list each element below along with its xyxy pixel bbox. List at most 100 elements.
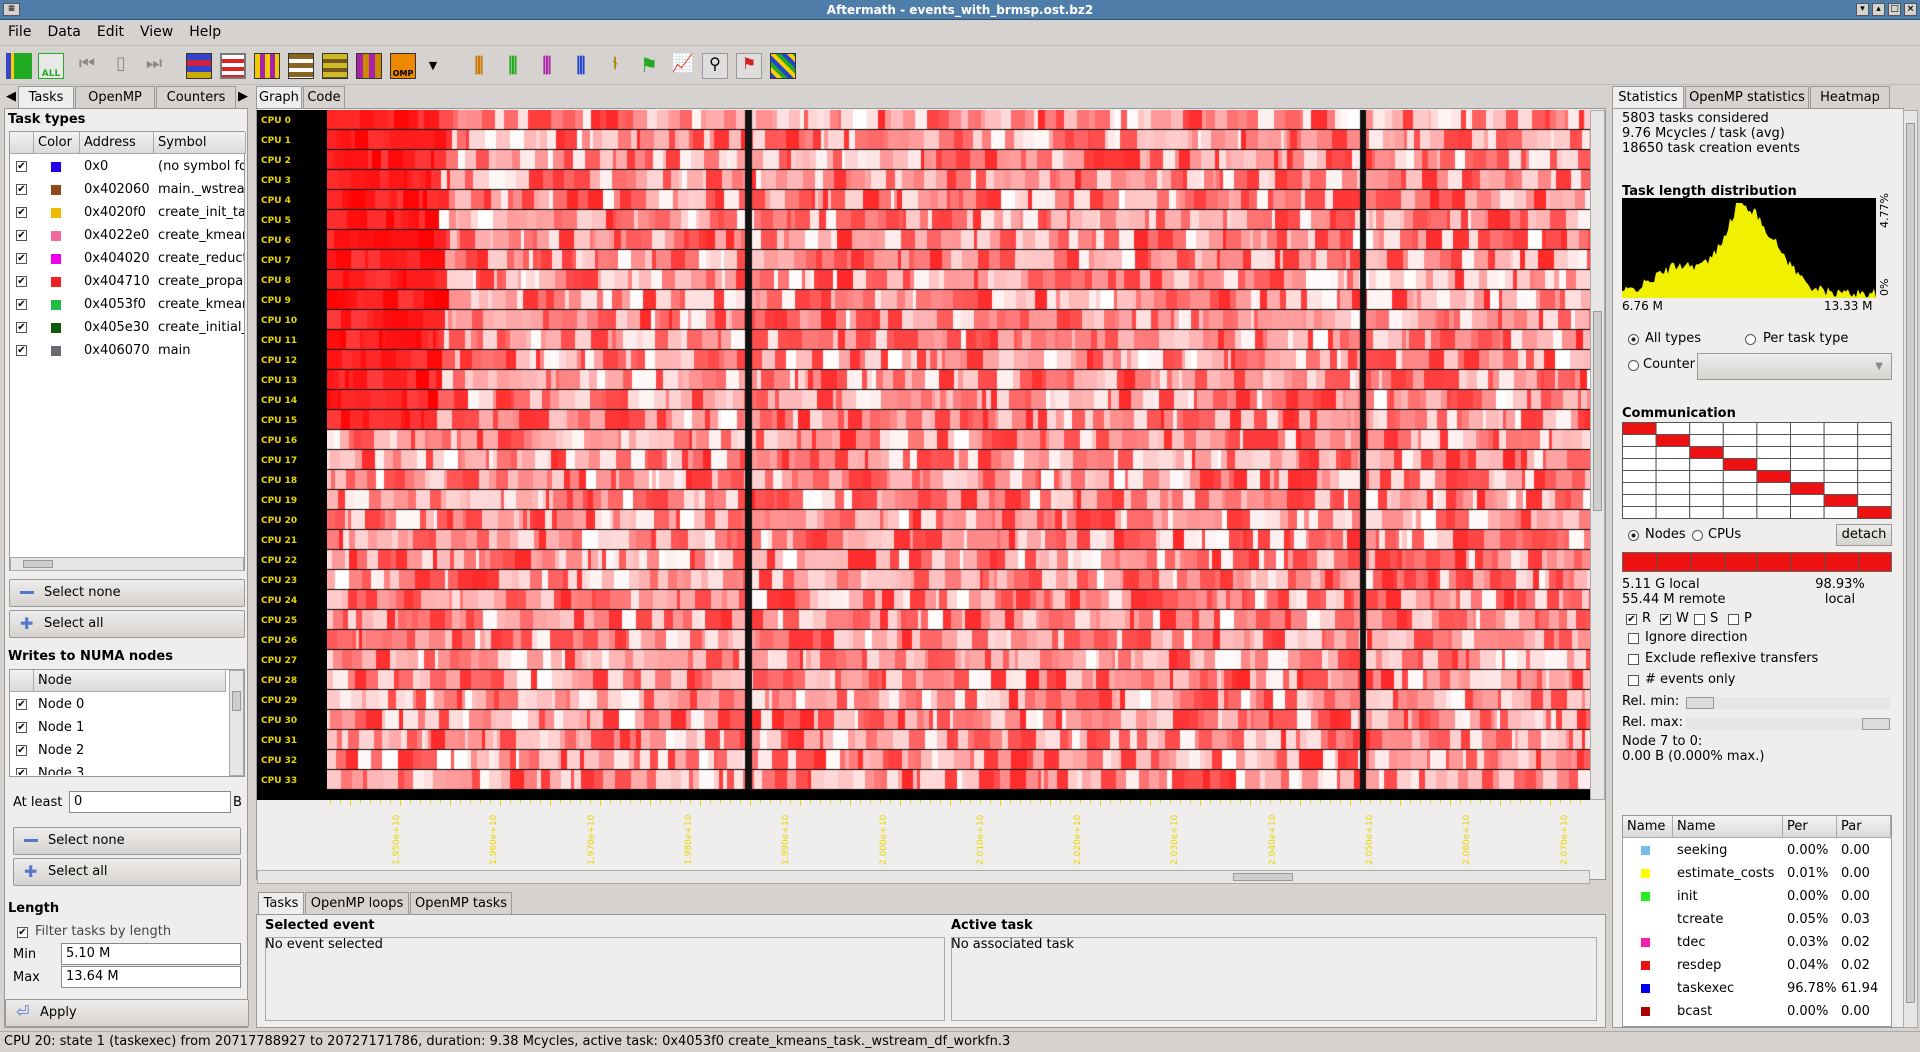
cpu-label[interactable]: CPU 10 — [257, 311, 327, 331]
cpu-label[interactable]: CPU 20 — [257, 511, 327, 531]
task-type-row[interactable]: ✔ 0x4053f0 create_kmear — [10, 293, 244, 316]
comm-matrix-cell[interactable] — [1756, 470, 1791, 483]
comm-matrix-cell[interactable] — [1857, 458, 1892, 471]
right-scrollbar[interactable] — [1903, 110, 1918, 1028]
task-type-checkbox[interactable]: ✔ — [16, 276, 27, 287]
cpu-label[interactable]: CPU 19 — [257, 491, 327, 511]
header-name-color[interactable]: Name — [1623, 816, 1673, 838]
comm-matrix-cell[interactable] — [1756, 506, 1791, 519]
tab-left-arrow-icon[interactable]: ◀ — [4, 86, 18, 108]
numa-node-checkbox[interactable]: ✔ — [16, 768, 27, 775]
comm-matrix-cell[interactable] — [1622, 422, 1657, 435]
cpu-label[interactable]: CPU 2 — [257, 151, 327, 171]
pushes-icon[interactable]: ⫼ — [500, 53, 526, 79]
cpu-label[interactable]: CPU 14 — [257, 391, 327, 411]
comm-matrix-cell[interactable] — [1689, 506, 1724, 519]
task-type-checkbox[interactable]: ✔ — [16, 253, 27, 264]
ignore-direction-checkbox[interactable] — [1628, 633, 1639, 644]
cpu-label[interactable]: CPU 21 — [257, 531, 327, 551]
comm-matrix-cell[interactable] — [1689, 482, 1724, 495]
apply-button[interactable]: ⏎ Apply — [5, 999, 249, 1027]
task-type-row[interactable]: ✔ 0x4020f0 create_init_ta — [10, 201, 244, 224]
data-writes-icon[interactable]: ⫼ — [568, 53, 594, 79]
comm-matrix-cell[interactable] — [1756, 434, 1791, 447]
task-lines-icon[interactable]: ⫮ — [602, 53, 628, 79]
cpu-label[interactable]: CPU 3 — [257, 171, 327, 191]
numa-node-row[interactable]: ✔ Node 0 — [10, 693, 226, 716]
comm-matrix-cell[interactable] — [1689, 446, 1724, 459]
state-mode-icon[interactable] — [220, 53, 246, 79]
window-menu-icon[interactable]: ≡ — [3, 3, 20, 16]
maximize-icon[interactable]: □ — [1888, 3, 1901, 16]
cpu-label[interactable]: CPU 5 — [257, 211, 327, 231]
task-type-row[interactable]: ✔ 0x404710 create_propag — [10, 270, 244, 293]
task-type-checkbox[interactable]: ✔ — [16, 184, 27, 195]
at-least-input[interactable]: 0 — [69, 791, 231, 813]
state-row[interactable]: tdec 0.03% 0.02 — [1623, 931, 1891, 954]
comm-matrix-cell[interactable] — [1622, 470, 1657, 483]
rel-min-slider[interactable] — [1686, 697, 1890, 709]
comm-matrix-cell[interactable] — [1722, 434, 1758, 447]
comm-matrix-cell[interactable] — [1823, 458, 1859, 471]
cpus-radio[interactable] — [1692, 530, 1703, 541]
flag-icon[interactable]: ⚑ — [636, 53, 662, 79]
menu-view[interactable]: View — [132, 20, 181, 44]
cpu-label[interactable]: CPU 30 — [257, 711, 327, 731]
cpu-label[interactable]: CPU 17 — [257, 451, 327, 471]
cpu-label[interactable]: CPU 0 — [257, 111, 327, 131]
state-row[interactable]: init 0.00% 0.00 — [1623, 885, 1891, 908]
state-row[interactable]: bcast 0.00% 0.00 — [1623, 1000, 1891, 1023]
cpu-label[interactable]: CPU 6 — [257, 231, 327, 251]
comm-matrix-cell[interactable] — [1655, 494, 1691, 507]
go-start-icon[interactable]: ⏮ — [74, 53, 100, 79]
numa-node-checkbox[interactable]: ✔ — [16, 699, 27, 710]
openmp-mode-icon[interactable]: OMP — [390, 53, 416, 79]
comm-matrix-cell[interactable] — [1689, 458, 1724, 471]
task-type-mode-icon[interactable] — [254, 53, 280, 79]
task-type-row[interactable]: ✔ 0x4022e0 create_kmear — [10, 224, 244, 247]
numa-node-checkbox[interactable]: ✔ — [16, 745, 27, 756]
flag-r-checkbox[interactable]: ✔ — [1626, 614, 1637, 625]
comm-matrix-cell[interactable] — [1722, 470, 1758, 483]
cpu-label[interactable]: CPU 33 — [257, 771, 327, 791]
tab-openmp-loops[interactable]: OpenMP loops — [305, 892, 409, 914]
comm-matrix-cell[interactable] — [1790, 482, 1825, 495]
communication-matrix[interactable] — [1622, 422, 1892, 524]
comm-matrix-cell[interactable] — [1857, 446, 1892, 459]
timeline-horizontal-scrollbar[interactable] — [257, 870, 1590, 884]
timeline-heatmap[interactable] — [327, 110, 1590, 800]
cpu-label[interactable]: CPU 28 — [257, 671, 327, 691]
tab-openmp-statistics[interactable]: OpenMP statistics — [1685, 86, 1809, 108]
menu-file[interactable]: File — [0, 20, 39, 44]
comm-matrix-cell[interactable] — [1857, 494, 1892, 507]
comm-matrix-cell[interactable] — [1823, 434, 1859, 447]
close-icon[interactable]: × — [1904, 3, 1917, 16]
cpu-label[interactable]: CPU 29 — [257, 691, 327, 711]
dropdown-icon[interactable]: ▼ — [426, 53, 440, 79]
counter-radio[interactable] — [1628, 360, 1639, 371]
comm-matrix-cell[interactable] — [1622, 506, 1657, 519]
comm-matrix-cell[interactable] — [1722, 482, 1758, 495]
data-reads-icon[interactable]: ⫼ — [534, 53, 560, 79]
header-name[interactable]: Name — [1673, 816, 1783, 838]
comm-matrix-cell[interactable] — [1823, 446, 1859, 459]
comm-matrix-cell[interactable] — [1756, 458, 1791, 471]
timeline-canvas[interactable] — [257, 110, 1590, 800]
header-color[interactable]: Color — [34, 132, 80, 154]
comm-matrix-cell[interactable] — [1857, 422, 1892, 435]
chart-icon[interactable]: 📈 — [670, 53, 696, 79]
comm-matrix-cell[interactable] — [1790, 494, 1825, 507]
task-type-checkbox[interactable]: ✔ — [16, 345, 27, 356]
numa-node-checkbox[interactable]: ✔ — [16, 722, 27, 733]
comm-matrix-cell[interactable] — [1655, 482, 1691, 495]
comm-matrix-cell[interactable] — [1722, 494, 1758, 507]
tab-heatmap[interactable]: Heatmap — [1810, 86, 1890, 108]
heatmap-mode-icon[interactable] — [186, 53, 212, 79]
cpu-label[interactable]: CPU 22 — [257, 551, 327, 571]
numa-scrollbar[interactable] — [229, 670, 244, 776]
go-end-icon[interactable]: ⏭ — [141, 53, 167, 79]
task-type-checkbox[interactable]: ✔ — [16, 161, 27, 172]
menu-edit[interactable]: Edit — [89, 20, 132, 44]
header-symbol[interactable]: Symbol — [154, 132, 246, 154]
comm-matrix-cell[interactable] — [1823, 494, 1859, 507]
